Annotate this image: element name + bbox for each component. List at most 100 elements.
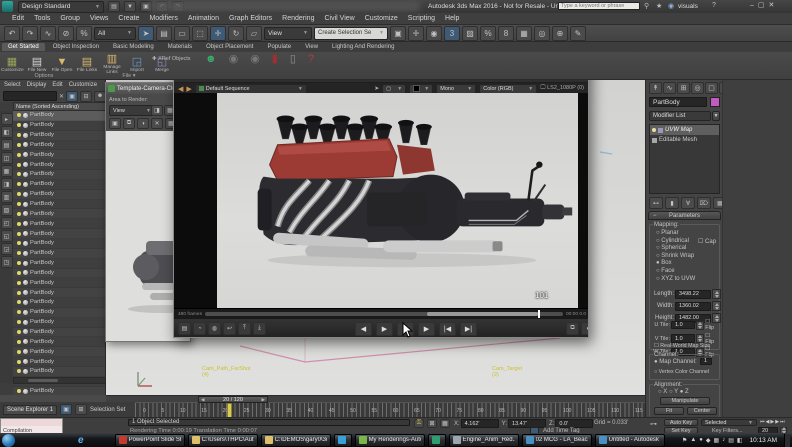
scene-explorer-row[interactable]: PartBody (13, 200, 106, 210)
rfw-tool-icon[interactable]: ▣ (109, 118, 121, 129)
mapping-radio[interactable]: ○ Face (656, 268, 695, 274)
rfw-area-dropdown[interactable]: View▼ (109, 105, 155, 116)
named-selection-set-dropdown[interactable]: Create Selection Se▼ (314, 27, 388, 40)
ribbon-item-icon[interactable]: ? (308, 53, 314, 65)
rv-view-icon[interactable]: ⧉ (566, 322, 579, 335)
ribbon-tab[interactable]: Object Placement (200, 43, 259, 51)
visibility-bulb-icon[interactable] (17, 133, 21, 137)
toolbar-icon[interactable]: ✎ (570, 26, 586, 41)
rfw-tool-icon[interactable]: ⧉ (123, 118, 135, 129)
scene-explorer-row[interactable]: PartBody (13, 308, 106, 318)
scene-explorer-row[interactable]: PartBody (13, 219, 106, 229)
rv-transport-button[interactable]: ◀ (355, 322, 372, 336)
command-panel-tab[interactable]: ⌶ (719, 82, 722, 94)
command-panel-tab[interactable]: ↟ (649, 82, 662, 94)
explorer-filter-icon[interactable]: ◳ (1, 256, 13, 268)
modifier-stack-row[interactable]: Editable Mesh (650, 135, 719, 145)
toolbar-icon[interactable]: ▦ (516, 26, 532, 41)
menu-item[interactable]: Customize (365, 15, 398, 22)
clear-search-icon[interactable]: ✕ (59, 93, 64, 100)
explorer-filter-icon[interactable]: ◧ (1, 126, 13, 138)
tile-field[interactable]: U Tile: 1.0 ☐ Flip (652, 319, 719, 331)
explorer-mode-icon[interactable]: ▣ (60, 404, 72, 415)
rv-tool-icon[interactable]: ▤ (178, 322, 191, 335)
scene-explorer-row[interactable]: PartBody (13, 367, 106, 377)
axis-value[interactable]: 13.47' (508, 419, 546, 428)
taskbar-button[interactable] (428, 434, 446, 447)
rv-view-icon[interactable]: ◖ (581, 322, 589, 335)
explorer-filter-icon[interactable]: ◫ (1, 152, 13, 164)
alignment-axis-radios[interactable]: ○ X ○ Y ● Z (658, 389, 689, 395)
tray-icon[interactable]: ♪ (722, 437, 725, 443)
explorer-graph-icon[interactable]: ⊞ (75, 404, 87, 415)
rv-crop-dropdown[interactable]: ▢▼ (382, 84, 406, 94)
scene-explorer-search-input[interactable] (3, 91, 57, 101)
axis-value[interactable]: 0.0' (555, 419, 593, 428)
toolbar-icon[interactable]: ✛ (210, 26, 226, 41)
tray-icon[interactable]: ◆ (706, 437, 711, 444)
manipulate-button[interactable]: Manipulate (660, 397, 710, 405)
visibility-bulb-icon[interactable] (17, 163, 21, 167)
menu-item[interactable]: Animation (188, 15, 219, 22)
menu-item[interactable]: Help (445, 15, 459, 22)
previous-frame-arrow[interactable]: ◀ (201, 397, 204, 403)
isolate-key-icon[interactable]: ⚿ (414, 419, 424, 428)
rv-tool-icon[interactable]: ◍ (208, 322, 221, 335)
ribbon-tab[interactable]: Basic Modeling (107, 43, 160, 51)
command-panel-tab[interactable]: ∿ (663, 82, 676, 94)
mapping-radio[interactable]: ○ Spherical (656, 245, 695, 251)
tray-icon[interactable]: ▲ (690, 437, 696, 443)
toolbar-icon[interactable]: ▱ (246, 26, 262, 41)
rv-background-dropdown[interactable]: ▼ (409, 84, 433, 94)
scene-explorer-hscrollbar[interactable] (13, 377, 106, 384)
ribbon-tab[interactable]: View (299, 43, 324, 51)
axis-value[interactable]: 4.162' (461, 419, 499, 428)
toolbar-icon[interactable]: ⊕ (552, 26, 568, 41)
ribbon-item-icon[interactable]: ▮ (272, 52, 278, 65)
explorer-filter-icon[interactable]: ▦ (1, 165, 13, 177)
toolbar-icon[interactable]: % (480, 26, 496, 41)
time-slider-handle[interactable]: ◀ 20 / 120 ▶ (198, 396, 268, 403)
visibility-bulb-icon[interactable] (17, 369, 21, 373)
rv-display-profile[interactable]: 🖵 LS2_1080P (0) (540, 85, 584, 92)
auto-key-button[interactable]: Auto Key (664, 419, 698, 426)
rv-sequence-dropdown[interactable]: Default Sequence ▼ (195, 84, 307, 94)
visibility-bulb-icon[interactable] (17, 113, 21, 117)
toolbar-icon[interactable]: ⊘ (58, 26, 74, 41)
visibility-bulb-icon[interactable] (17, 330, 21, 334)
stack-tool-icon[interactable]: ∀ (681, 197, 695, 209)
rfw-tool-icon[interactable]: ✕ (151, 118, 163, 129)
visibility-bulb-icon[interactable] (17, 350, 21, 354)
scene-explorer-row[interactable]: PartBody (13, 259, 106, 269)
rv-tool-icon[interactable]: ⤒ (238, 322, 251, 335)
dimension-field[interactable]: Width: 1360.02 (652, 301, 721, 311)
rv-playhead[interactable] (538, 310, 540, 318)
scene-explorer-row[interactable]: PartBody (13, 347, 106, 357)
coordinate-field[interactable]: X: 4.162' (454, 419, 499, 428)
close-button[interactable]: ✕ (769, 1, 775, 9)
explorer-filter-icon[interactable]: ◱ (1, 230, 13, 242)
visibility-bulb-icon[interactable] (17, 281, 21, 285)
start-button[interactable] (2, 434, 15, 447)
toolbar-icon[interactable]: ▤ (156, 26, 172, 41)
modifier-list-arrow[interactable]: ▼ (712, 111, 720, 121)
playback-button[interactable]: ◀ (766, 419, 770, 425)
tray-icon[interactable]: ◧ (737, 437, 743, 444)
help-icon[interactable]: ? (712, 2, 716, 9)
vertex-channel-radio[interactable]: ○ Vertex Color Channel (654, 369, 709, 375)
ribbon-tab[interactable]: Populate (261, 43, 297, 51)
ribbon-tab[interactable]: Lighting And Rendering (326, 43, 400, 51)
ribbon-item-icon[interactable]: ▯ (290, 52, 296, 65)
scene-explorer-row[interactable]: PartBody (13, 387, 106, 395)
scene-explorer-row[interactable]: PartBody (13, 121, 106, 131)
toolbar-icon[interactable]: ✛ (408, 26, 424, 41)
scene-explorer-row[interactable]: PartBody (13, 328, 106, 338)
stack-tool-icon[interactable]: ⌦ (697, 197, 711, 209)
command-panel-tab[interactable]: ◎ (691, 82, 704, 94)
taskbar-button[interactable] (334, 434, 352, 447)
menu-item[interactable]: Views (90, 15, 109, 22)
search-icon[interactable]: ⚲ (644, 2, 649, 10)
parameters-rollout-header[interactable]: −Parameters (648, 211, 721, 220)
scene-explorer-row[interactable]: PartBody (13, 288, 106, 298)
rv-forward-button[interactable]: ▶ (186, 85, 191, 93)
